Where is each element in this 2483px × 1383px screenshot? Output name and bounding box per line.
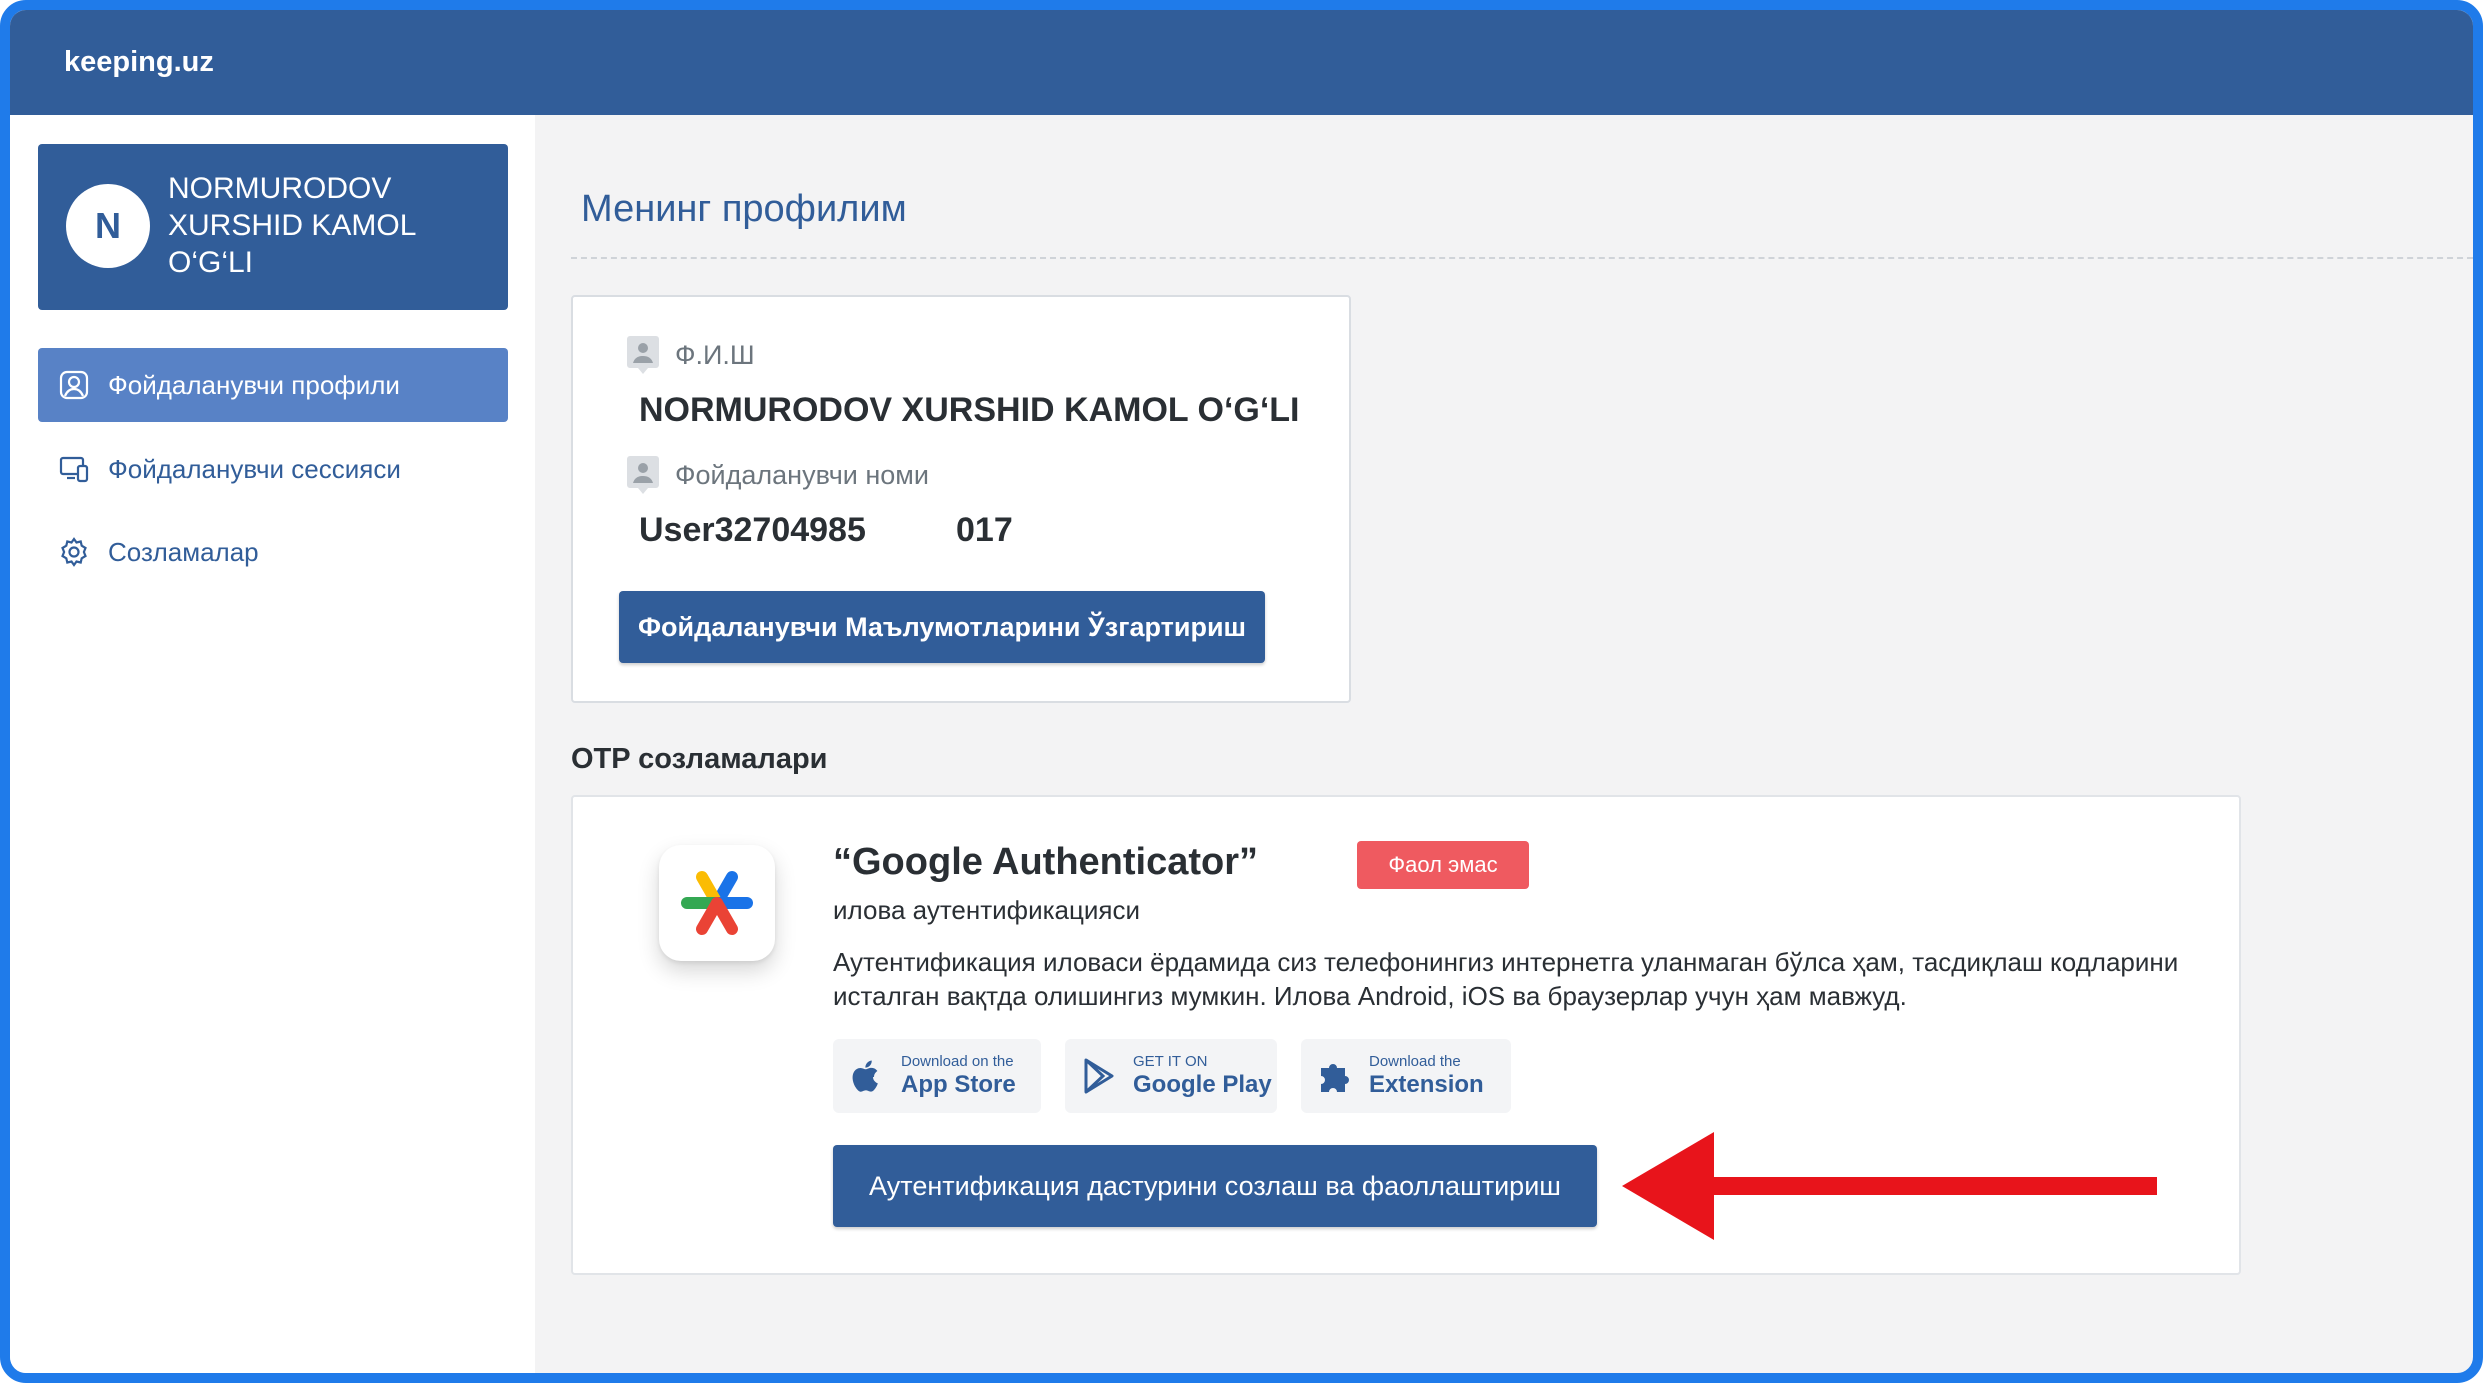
top-navbar: keeping.uz: [10, 10, 2473, 115]
google-authenticator-icon: [659, 845, 775, 961]
extension-button[interactable]: Download the Extension: [1301, 1039, 1511, 1113]
user-name: NORMURODOV XURSHID KAMOL O‘G‘LI: [168, 172, 416, 279]
sidebar-item-user-sessions[interactable]: Фойдаланувчи сессияси: [38, 432, 508, 506]
user-card: N NORMURODOV XURSHID KAMOL O‘G‘LI: [38, 144, 508, 310]
sidebar-item-user-profile[interactable]: Фойдаланувчи профили: [38, 348, 508, 422]
title-divider: [571, 257, 2473, 259]
sidebar-item-label: Созламалар: [108, 536, 259, 567]
authenticator-title: “Google Authenticator”: [833, 841, 1259, 883]
puzzle-icon: [1315, 1056, 1355, 1096]
sidebar: N NORMURODOV XURSHID KAMOL O‘G‘LI Фойдал…: [10, 115, 535, 1373]
username-value: User32704985: [639, 511, 866, 549]
activate-authenticator-button[interactable]: Аутентификация дастурини созлаш ва фаолл…: [833, 1145, 1597, 1227]
avatar: N: [66, 184, 150, 268]
google-play-button[interactable]: GET IT ON Google Play: [1065, 1039, 1277, 1113]
browser-frame: keeping.uz N NORMURODOV XURSHID KAMOL O‘…: [0, 0, 2483, 1383]
red-arrow-annotation: [1622, 1132, 2157, 1240]
profile-card: Ф.И.Ш NORMURODOV XURSHID KAMOL O‘G‘LI Фо…: [571, 295, 1351, 703]
authenticator-subtitle: илова аутентификацияси: [833, 895, 1141, 925]
person-icon: [625, 455, 661, 495]
sidebar-item-label: Фойдаланувчи профили: [108, 369, 400, 400]
devices-icon: [58, 453, 90, 485]
gear-icon: [58, 536, 90, 568]
person-icon: [625, 335, 661, 375]
sidebar-item-settings[interactable]: Созламалар: [38, 515, 508, 589]
otp-section-title: OTP созламалари: [571, 743, 828, 775]
main-content: Менинг профилим Ф.И.Ш NORMURODOV XURSHID…: [535, 115, 2473, 1373]
sidebar-item-label: Фойдаланувчи сессияси: [108, 453, 401, 484]
apple-icon: [847, 1056, 887, 1096]
brand-logo[interactable]: keeping.uz: [64, 46, 214, 79]
page-title: Менинг профилим: [581, 188, 907, 230]
user-square-icon: [58, 369, 90, 401]
google-play-icon: [1079, 1056, 1119, 1096]
authenticator-description: Аутентификация иловаси ёрдамида сиз теле…: [833, 947, 2179, 1011]
app-store-button[interactable]: Download on the App Store: [833, 1039, 1041, 1113]
username-suffix: 017: [956, 511, 1013, 549]
fio-value: NORMURODOV XURSHID KAMOL O‘G‘LI: [639, 391, 1300, 429]
username-label: Фойдаланувчи номи: [625, 455, 929, 495]
status-badge: Фаол эмас: [1357, 841, 1529, 889]
edit-user-info-button[interactable]: Фойдаланувчи Маълумотларини Ўзгартириш: [619, 591, 1265, 663]
fio-label: Ф.И.Ш: [625, 335, 755, 375]
